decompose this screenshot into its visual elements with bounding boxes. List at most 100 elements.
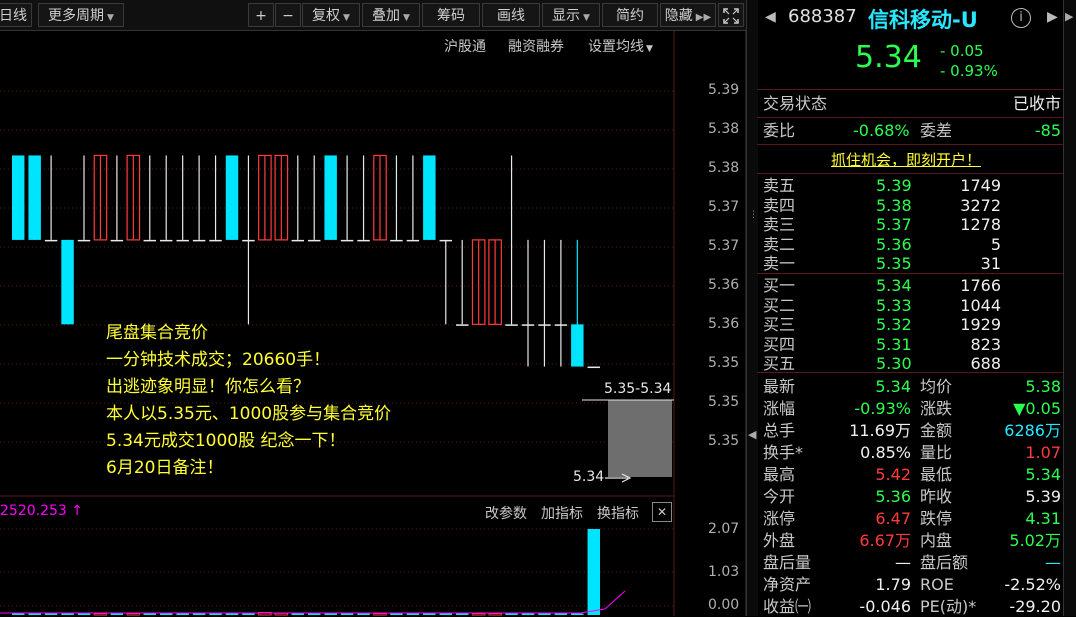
level-price: 5.38 (876, 195, 912, 215)
stat-value: 6286万 (1004, 421, 1061, 440)
volume-bar (12, 613, 25, 615)
stock-code: 688387 (788, 6, 857, 27)
order-book-row[interactable]: 买一 5.34 1766 (757, 276, 1063, 296)
draw-line-button[interactable]: 画线 (482, 3, 540, 27)
add-indicator-link[interactable]: 加指标 (541, 503, 583, 523)
order-book-row[interactable]: 买五 5.30 688 (757, 354, 1063, 374)
level-volume: 5 (990, 234, 1001, 254)
fullscreen-button[interactable] (718, 3, 744, 27)
edit-params-link[interactable]: 改参数 (485, 503, 527, 523)
order-book-row[interactable]: 卖五 5.39 1749 (757, 176, 1063, 196)
stat-label: 涨停 (763, 509, 796, 528)
stat-label: 净资产 (763, 575, 812, 594)
order-book-row[interactable]: 买二 5.33 1044 (757, 296, 1063, 316)
prev-stock-icon[interactable]: ◀ (765, 9, 776, 25)
collapse-arrow-icon[interactable]: ◀ (748, 428, 756, 441)
level-price: 5.36 (876, 234, 912, 254)
volume-bar (77, 613, 91, 615)
candle-body (357, 239, 370, 242)
trade-status-value: 已收市 (1012, 94, 1061, 113)
stat-row: 净资产 1.79 ROE -2.52% (757, 575, 1063, 595)
overlay-label: 叠加 (372, 8, 401, 24)
open-account-link[interactable]: 抓住机会，即刻开户！ (831, 150, 981, 170)
candle-body (192, 239, 206, 242)
price-change-pct: - 0.93% (940, 62, 998, 80)
volume-bar (340, 613, 354, 615)
volume-bar (274, 612, 289, 616)
volume-bar (225, 613, 239, 615)
price-tick: 5.35 (708, 355, 740, 371)
volume-bar (126, 613, 141, 616)
zoom-out-label: − (282, 8, 294, 24)
info-icon[interactable]: i (1011, 8, 1031, 28)
candle-body (12, 155, 25, 240)
annotation-line: 出逃迹象明显！你怎么看？ (106, 377, 310, 397)
overlay-dropdown[interactable]: 叠加 ▼ (362, 3, 420, 27)
draw-line-label: 画线 (497, 8, 525, 24)
indicator-value-text: 2520.253 (0, 503, 67, 519)
stat-value: — (1045, 553, 1061, 572)
fuquan-dropdown[interactable]: 复权 ▼ (302, 3, 360, 27)
stat-value: 5.34 (1025, 465, 1061, 484)
level-price: 5.34 (876, 276, 912, 295)
volume-bar (143, 613, 156, 615)
weibi-value: -0.68% (853, 121, 910, 140)
ma-settings-link[interactable]: 设置均线 ▼ (588, 36, 653, 56)
price-tick: 5.36 (708, 316, 740, 332)
price-tick: 5.35 (708, 394, 740, 410)
volume-bar (587, 529, 600, 615)
level-volume: 31 (980, 254, 1001, 273)
order-book-row[interactable]: 买四 5.31 823 (757, 335, 1063, 355)
level-label: 卖一 (763, 254, 796, 273)
period-daily-button[interactable]: 日线 (0, 3, 32, 27)
display-dropdown[interactable]: 显示 ▼ (542, 3, 600, 27)
order-book-row[interactable]: 卖三 5.37 1278 (757, 215, 1063, 235)
stat-value: — (895, 553, 911, 572)
volume-bar (176, 613, 189, 615)
display-label: 显示 (552, 8, 581, 24)
candle-body (538, 324, 551, 326)
level-volume: 1044 (960, 295, 1001, 315)
level-label: 卖三 (763, 215, 796, 234)
volume-bar (44, 613, 58, 615)
next-stock-icon[interactable]: ▶ (1047, 9, 1058, 25)
chips-button[interactable]: 筹码 (422, 3, 480, 27)
hide-button[interactable]: 隐藏 ▶▶ (660, 3, 716, 27)
candle-body (439, 239, 452, 242)
simple-mode-button[interactable]: 简约 (602, 3, 658, 27)
stat-label: 金额 (920, 421, 953, 440)
candle-body (291, 239, 304, 242)
stat-label: 跌停 (920, 509, 953, 528)
candle-body (571, 324, 584, 367)
zoom-in-label: + (255, 8, 267, 24)
order-book-row[interactable]: 卖四 5.38 3272 (757, 196, 1063, 216)
candle-body (324, 155, 337, 240)
close-icon[interactable]: ✕ (652, 502, 672, 522)
stat-label: PE(动)* (920, 597, 977, 616)
more-periods-dropdown[interactable]: 更多周期 ▼ (38, 3, 124, 27)
order-book-row[interactable]: 卖二 5.36 5 (757, 235, 1063, 255)
price-tick: 5.39 (708, 82, 740, 98)
scroll-right-icon[interactable]: ▶ (1065, 10, 1073, 23)
stat-label: 涨幅 (763, 399, 796, 418)
level-volume: 1766 (960, 276, 1001, 295)
margin-trading-link[interactable]: 融资融券 (508, 36, 564, 56)
hgt-link[interactable]: 沪股通 (444, 36, 486, 56)
level-label: 卖五 (763, 176, 796, 195)
level-label: 买四 (763, 334, 796, 354)
stat-value: 11.69万 (849, 421, 911, 440)
zoom-out-button[interactable]: − (275, 3, 301, 27)
volume-bar (390, 613, 403, 615)
level-price: 5.33 (876, 295, 912, 315)
zoom-in-button[interactable]: + (248, 3, 274, 27)
candle-body (110, 239, 124, 242)
order-book-row[interactable]: 卖一 5.35 31 (757, 254, 1063, 274)
volume-bar (357, 613, 370, 615)
switch-indicator-link[interactable]: 换指标 (597, 503, 639, 523)
volume-bar (291, 613, 304, 615)
order-book-row[interactable]: 买三 5.32 1929 (757, 315, 1063, 335)
stat-value: 5.36 (875, 487, 911, 506)
volume-tick: 0.00 (708, 597, 740, 613)
level-price: 5.32 (876, 315, 912, 334)
candle-body (406, 239, 420, 242)
